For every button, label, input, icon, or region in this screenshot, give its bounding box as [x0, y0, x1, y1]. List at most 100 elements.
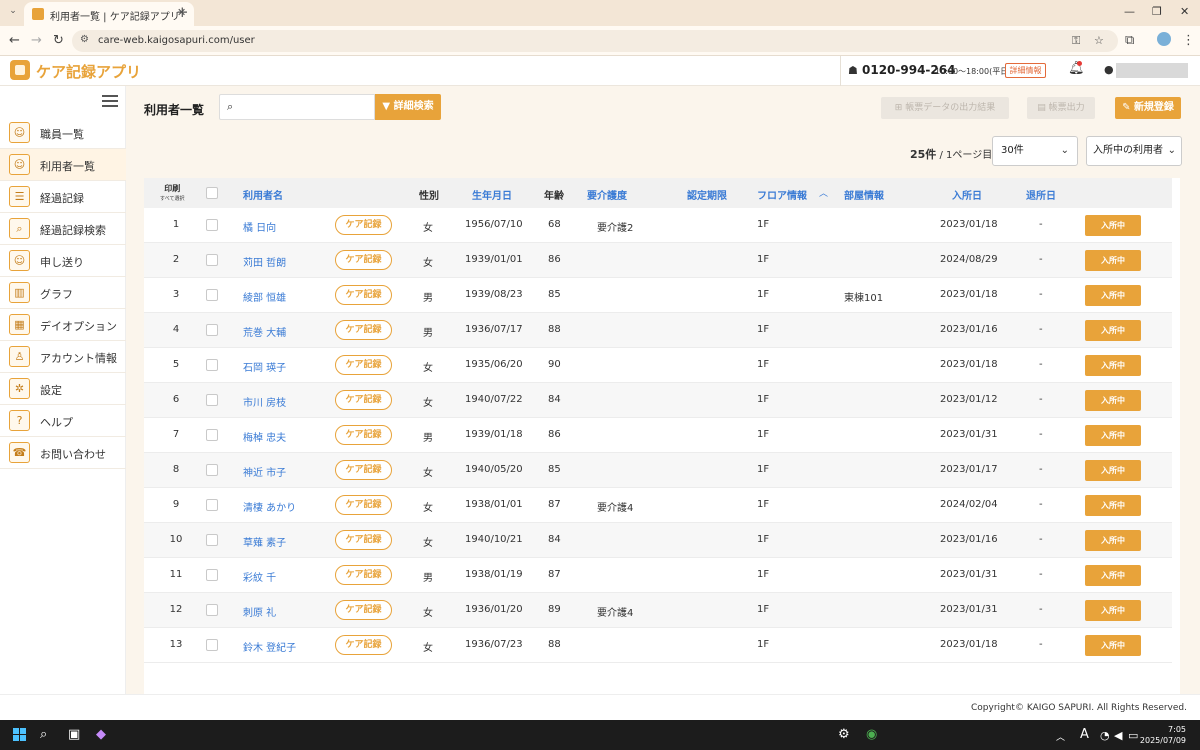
per-page-select[interactable]: 30件 ⌄ [992, 136, 1078, 166]
sidebar-item-progress-record[interactable]: ☰ 経過記録 [0, 181, 126, 213]
row-print-checkbox[interactable] [206, 429, 218, 441]
minimize-icon[interactable]: — [1124, 5, 1135, 18]
col-name-header[interactable]: 利用者名 [243, 187, 283, 202]
user-account-icon[interactable]: ● [1104, 63, 1114, 76]
care-record-button[interactable]: ケア記録 [335, 355, 392, 375]
col-floor-header[interactable]: フロア情報 [757, 187, 807, 202]
admission-status-button[interactable]: 入所中 [1085, 460, 1141, 481]
browser-tab[interactable]: 利用者一覧 | ケア記録アプリ ✕ [24, 2, 194, 26]
input-method-icon[interactable]: A [1080, 727, 1089, 742]
admission-status-button[interactable]: 入所中 [1085, 390, 1141, 411]
col-birthdate-header[interactable]: 生年月日 [472, 187, 512, 202]
row-print-checkbox[interactable] [206, 639, 218, 651]
hamburger-menu-icon[interactable] [102, 95, 118, 107]
sort-asc-icon[interactable]: ︿ [819, 186, 828, 199]
admission-status-button[interactable]: 入所中 [1085, 425, 1141, 446]
chrome-taskbar-icon[interactable]: ◉ [866, 727, 877, 742]
row-print-checkbox[interactable] [206, 499, 218, 511]
maximize-icon[interactable]: ❐ [1152, 5, 1162, 18]
col-room-header[interactable]: 部屋情報 [844, 187, 884, 202]
app-logo-icon[interactable] [10, 60, 30, 80]
row-print-checkbox[interactable] [206, 359, 218, 371]
extensions-icon[interactable]: ⧉ [1125, 33, 1134, 48]
sidebar-item-record-search[interactable]: ⌕ 経過記録検索 [0, 213, 126, 245]
volume-icon[interactable]: ◀ [1114, 729, 1122, 742]
user-name-link[interactable]: 刺原 礼 [243, 604, 276, 619]
taskbar-clock[interactable]: 7:05 2025/07/09 [1140, 724, 1186, 746]
row-print-checkbox[interactable] [206, 219, 218, 231]
search-input[interactable] [244, 99, 370, 115]
care-record-button[interactable]: ケア記録 [335, 390, 392, 410]
row-print-checkbox[interactable] [206, 254, 218, 266]
sidebar-item-graph[interactable]: ▥ グラフ [0, 277, 126, 309]
url-field[interactable]: ⚙ care-web.kaigosapuri.com/user ⚿ ☆ [72, 30, 1118, 52]
select-all-label[interactable]: すべて選択 [160, 194, 184, 205]
back-icon[interactable]: ← [9, 33, 20, 48]
user-name-link[interactable]: 苅田 哲朗 [243, 254, 286, 269]
admission-status-button[interactable]: 入所中 [1085, 565, 1141, 586]
resident-filter-select[interactable]: 入所中の利用者 ⌄ [1086, 136, 1182, 166]
taskbar-settings-icon[interactable]: ⚙ [838, 727, 850, 742]
windows-start-icon[interactable] [13, 728, 27, 742]
network-icon[interactable]: ◔ [1100, 729, 1110, 742]
row-print-checkbox[interactable] [206, 534, 218, 546]
copilot-icon[interactable]: ◆ [96, 727, 106, 742]
row-print-checkbox[interactable] [206, 324, 218, 336]
sidebar-item-user-list[interactable]: ☺ 利用者一覧 [0, 149, 126, 181]
new-register-button[interactable]: ✎ 新規登録 [1115, 97, 1181, 119]
row-print-checkbox[interactable] [206, 289, 218, 301]
user-name-link[interactable]: 清棲 あかり [243, 499, 296, 514]
detail-info-button[interactable]: 詳細情報 [1005, 63, 1046, 78]
user-name-link[interactable]: 彩紋 千 [243, 569, 276, 584]
site-info-icon[interactable]: ⚙ [80, 34, 89, 45]
export-results-button[interactable]: ⊞ 帳票データの出力結果 [881, 97, 1009, 119]
care-record-button[interactable]: ケア記録 [335, 495, 392, 515]
care-record-button[interactable]: ケア記録 [335, 635, 392, 655]
admission-status-button[interactable]: 入所中 [1085, 530, 1141, 551]
task-view-icon[interactable]: ▣ [68, 727, 80, 742]
col-care-level-header[interactable]: 要介護度 [587, 187, 627, 202]
user-name-link[interactable]: 綾部 恒雄 [243, 289, 286, 304]
admission-status-button[interactable]: 入所中 [1085, 320, 1141, 341]
sidebar-item-staff-list[interactable]: ☺ 職員一覧 [0, 117, 126, 149]
admission-status-button[interactable]: 入所中 [1085, 215, 1141, 236]
user-name-link[interactable]: 石岡 瑛子 [243, 359, 286, 374]
care-record-button[interactable]: ケア記録 [335, 530, 392, 550]
bookmark-star-icon[interactable]: ☆ [1094, 34, 1104, 47]
admission-status-button[interactable]: 入所中 [1085, 495, 1141, 516]
taskbar-search-icon[interactable]: ⌕ [40, 727, 47, 742]
admission-status-button[interactable]: 入所中 [1085, 600, 1141, 621]
care-record-button[interactable]: ケア記録 [335, 460, 392, 480]
user-name-link[interactable]: 市川 房枝 [243, 394, 286, 409]
row-print-checkbox[interactable] [206, 394, 218, 406]
user-name-link[interactable]: 梅棹 忠夫 [243, 429, 286, 444]
tray-chevron-icon[interactable]: ︿ [1056, 730, 1065, 743]
sidebar-item-help[interactable]: ? ヘルプ [0, 405, 126, 437]
tab-list-icon[interactable]: ⌄ [6, 6, 20, 20]
user-name-link[interactable]: 鈴木 登紀子 [243, 639, 296, 654]
form-output-button[interactable]: ▤ 帳票出力 [1027, 97, 1095, 119]
new-tab-icon[interactable]: + [176, 3, 189, 21]
app-name[interactable]: ケア記録アプリ [36, 61, 141, 82]
search-box[interactable]: ⌕ [219, 94, 375, 120]
admission-status-button[interactable]: 入所中 [1085, 355, 1141, 376]
care-record-button[interactable]: ケア記録 [335, 565, 392, 585]
admission-status-button[interactable]: 入所中 [1085, 285, 1141, 306]
user-name-link[interactable]: 橘 日向 [243, 219, 276, 234]
user-name-link[interactable]: 荒巻 大輔 [243, 324, 286, 339]
forward-icon[interactable]: → [31, 33, 42, 48]
care-record-button[interactable]: ケア記録 [335, 285, 392, 305]
col-admission-header[interactable]: 入所日 [952, 187, 982, 202]
care-record-button[interactable]: ケア記録 [335, 215, 392, 235]
reload-icon[interactable]: ↻ [53, 33, 64, 48]
sidebar-item-settings[interactable]: ✲ 設定 [0, 373, 126, 405]
row-print-checkbox[interactable] [206, 569, 218, 581]
care-record-button[interactable]: ケア記録 [335, 250, 392, 270]
user-name-link[interactable]: 神近 市子 [243, 464, 286, 479]
care-record-button[interactable]: ケア記録 [335, 600, 392, 620]
row-print-checkbox[interactable] [206, 604, 218, 616]
sidebar-item-handover[interactable]: ☺ 申し送り [0, 245, 126, 277]
user-name-redacted[interactable] [1116, 63, 1188, 78]
sidebar-item-account-info[interactable]: ♙ アカウント情報 [0, 341, 126, 373]
admission-status-button[interactable]: 入所中 [1085, 250, 1141, 271]
